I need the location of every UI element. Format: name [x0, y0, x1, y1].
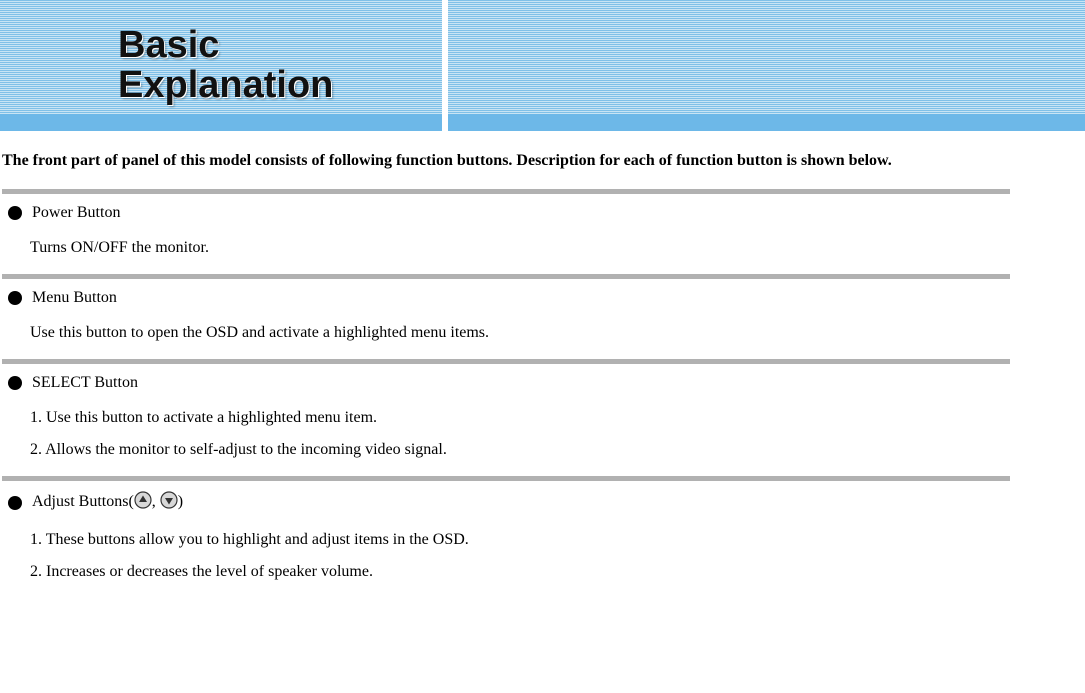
intro-text: The front part of panel of this model co…: [2, 145, 1006, 177]
section-body: 1. These buttons allow you to highlight …: [30, 524, 1006, 588]
section-menu: Menu Button Use this button to open the …: [2, 289, 1006, 349]
body-line: Use this button to open the OSD and acti…: [30, 317, 1006, 349]
content-area: The front part of panel of this model co…: [0, 131, 1010, 610]
header-left: Basic Explanation: [0, 0, 442, 131]
section-title-row: Adjust Buttons(, ): [8, 491, 1006, 514]
section-title-row: SELECT Button: [8, 374, 1006, 392]
bullet-icon: [8, 291, 22, 305]
section-title: Adjust Buttons(, ): [32, 491, 183, 514]
divider: [2, 359, 1010, 364]
bullet-icon: [8, 496, 22, 510]
section-title: Menu Button: [32, 289, 117, 307]
section-select: SELECT Button 1. Use this button to acti…: [2, 374, 1006, 466]
body-line: Turns ON/OFF the monitor.: [30, 232, 1006, 264]
body-line: 2. Increases or decreases the level of s…: [30, 556, 1006, 588]
title-line-2: Explanation: [118, 66, 333, 106]
title-sep: ,: [152, 493, 160, 510]
body-line: 1. These buttons allow you to highlight …: [30, 524, 1006, 556]
title-prefix: Adjust Buttons(: [32, 493, 134, 510]
title-line-1: Basic: [118, 26, 333, 66]
bullet-icon: [8, 206, 22, 220]
header-split-gap: [442, 0, 448, 131]
section-body: Use this button to open the OSD and acti…: [30, 317, 1006, 349]
page-title: Basic Explanation: [118, 26, 333, 106]
header-inner: Basic Explanation: [0, 0, 1085, 131]
section-adjust: Adjust Buttons(, ) 1. These buttons allo…: [2, 491, 1006, 588]
section-power: Power Button Turns ON/OFF the monitor.: [2, 204, 1006, 264]
section-title: Power Button: [32, 204, 120, 222]
header-right: [442, 0, 1085, 131]
title-suffix: ): [178, 493, 183, 510]
bullet-icon: [8, 376, 22, 390]
header-bottom-gap: [442, 114, 448, 131]
divider: [2, 189, 1010, 194]
header-bottom-band: [0, 114, 1085, 131]
section-title-row: Power Button: [8, 204, 1006, 222]
section-body: Turns ON/OFF the monitor.: [30, 232, 1006, 264]
body-line: 2. Allows the monitor to self-adjust to …: [30, 434, 1006, 466]
header-band: Basic Explanation: [0, 0, 1085, 131]
section-title: SELECT Button: [32, 374, 138, 392]
section-title-row: Menu Button: [8, 289, 1006, 307]
divider: [2, 274, 1010, 279]
divider: [2, 476, 1010, 481]
down-arrow-icon: [160, 491, 178, 514]
up-arrow-icon: [134, 491, 152, 514]
body-line: 1. Use this button to activate a highlig…: [30, 402, 1006, 434]
section-body: 1. Use this button to activate a highlig…: [30, 402, 1006, 466]
